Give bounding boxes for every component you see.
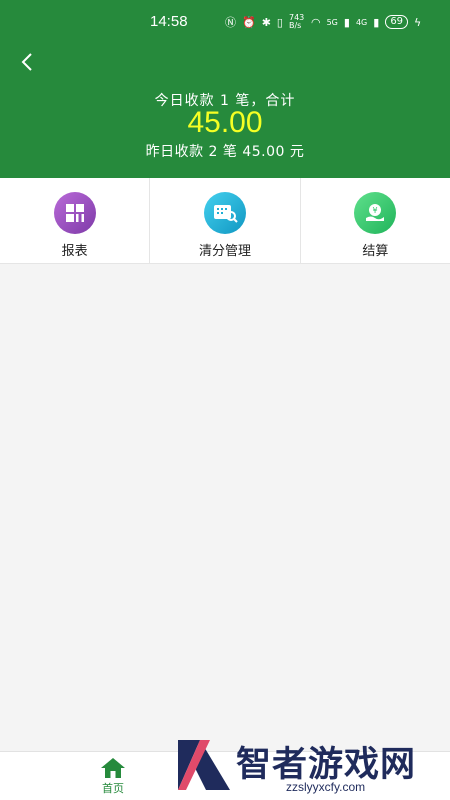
- menu-label-clearing: 清分管理: [198, 244, 251, 259]
- signal-5g: 5G: [326, 17, 338, 27]
- chevron-left-icon: [21, 53, 32, 71]
- status-time: 14:58: [150, 13, 188, 30]
- nav-home-label: 首页: [102, 782, 124, 795]
- watermark: 智者游戏网 zzslyyxcfy.com: [170, 732, 450, 800]
- signal-icon-2: ▮: [373, 15, 380, 29]
- bluetooth-icon: ✱: [261, 15, 271, 29]
- home-icon: [101, 758, 125, 778]
- today-amount: 45.00: [187, 106, 263, 139]
- signal-icon: ▮: [343, 15, 350, 29]
- back-button[interactable]: [15, 50, 39, 74]
- report-grid-icon: [53, 192, 96, 234]
- settlement-coin-icon: ¥: [354, 192, 397, 234]
- menu-item-settlement[interactable]: ¥ 结算: [299, 178, 450, 263]
- battery-level: 69: [385, 15, 409, 29]
- nav-home[interactable]: 首页: [88, 757, 138, 796]
- quick-menu: 报表 清分管理 ¥ 结算: [0, 178, 450, 264]
- menu-item-report[interactable]: 报表: [0, 178, 149, 263]
- svg-text:¥: ¥: [373, 206, 378, 215]
- watermark-url: zzslyyxcfy.com: [286, 780, 366, 794]
- status-bar: 14:58 Ⓝ ⏰ ✱ ▯ 743 B/s ◠ 5G ▮ 4G ▮ 69 ϟ: [0, 0, 450, 44]
- signal-4g: 4G: [355, 17, 368, 27]
- status-icons: Ⓝ ⏰ ✱ ▯ 743 B/s ◠ 5G ▮ 4G ▮ 69 ϟ: [225, 14, 421, 30]
- clearing-search-icon: [203, 192, 246, 234]
- wifi-icon: ◠: [310, 15, 321, 29]
- watermark-logo-icon: [178, 740, 230, 790]
- menu-label-report: 报表: [61, 244, 88, 259]
- alarm-icon: ⏰: [242, 15, 256, 29]
- network-speed: 743 B/s: [288, 13, 305, 30]
- header: 14:58 Ⓝ ⏰ ✱ ▯ 743 B/s ◠ 5G ▮ 4G ▮ 69 ϟ 今…: [0, 0, 450, 178]
- nfc-icon: Ⓝ: [225, 16, 236, 29]
- yesterday-summary: 昨日收款 2 笔 45.00 元: [145, 144, 305, 160]
- menu-label-settlement: 结算: [362, 244, 389, 259]
- menu-item-clearing[interactable]: 清分管理: [149, 178, 299, 263]
- vibrate-icon: ▯: [276, 15, 283, 29]
- charging-icon: ϟ: [414, 15, 422, 29]
